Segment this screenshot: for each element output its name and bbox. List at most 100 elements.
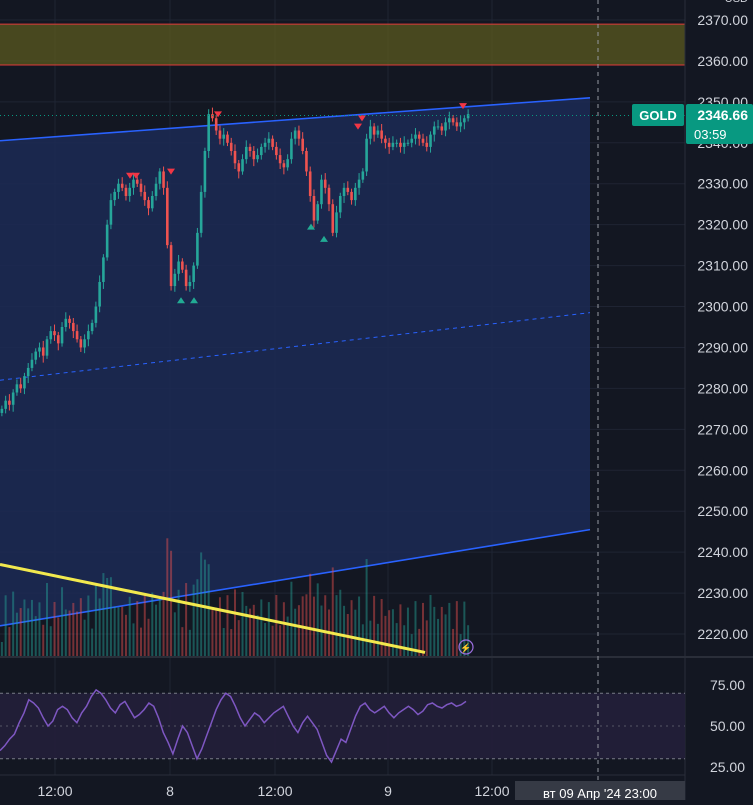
- volume-bar: [72, 602, 75, 657]
- chart-container[interactable]: 2370.002360.002350.002340.002330.002320.…: [0, 0, 753, 801]
- volume-bar: [395, 623, 398, 657]
- volume-bar: [444, 614, 447, 657]
- candle-body: [293, 130, 297, 139]
- volume-bar: [30, 599, 33, 657]
- candle-body: [132, 179, 135, 188]
- candle-body: [466, 114, 470, 119]
- time-tick-label: 12:00: [37, 783, 72, 799]
- volume-bar: [79, 598, 82, 657]
- volume-bar: [305, 594, 308, 657]
- candle-body: [410, 138, 414, 143]
- volume-bar: [113, 606, 116, 657]
- candle-body: [331, 204, 335, 233]
- candle-body: [72, 322, 75, 332]
- rsi-tick-label: 50.00: [710, 718, 745, 734]
- candle-body: [357, 179, 361, 188]
- lightning-glyph: ⚡: [460, 642, 471, 654]
- volume-bar: [433, 606, 436, 657]
- volume-bar: [15, 612, 18, 657]
- volume-bar: [230, 629, 233, 657]
- candle-body: [109, 200, 113, 225]
- candle-body: [226, 134, 229, 143]
- candle-body: [139, 183, 143, 192]
- candle-body: [335, 212, 338, 233]
- price-tick-label: 2240.00: [697, 544, 748, 560]
- rsi-tick-label: 75.00: [710, 677, 745, 693]
- price-tick-label: 2280.00: [697, 380, 748, 396]
- volume-bar: [425, 620, 428, 657]
- volume-bar: [151, 592, 154, 657]
- volume-bar: [162, 591, 165, 657]
- volume-bar: [234, 589, 236, 657]
- candle-body: [181, 261, 184, 270]
- candle-body: [38, 347, 41, 352]
- candle-body: [211, 114, 214, 119]
- candle-body: [49, 331, 53, 340]
- volume-bar: [173, 612, 176, 657]
- last-price-value: 2346.66: [697, 107, 748, 123]
- volume-bar: [188, 629, 191, 657]
- candle-body: [15, 384, 19, 393]
- volume-bar: [132, 623, 135, 657]
- price-tick-label: 2260.00: [697, 462, 748, 478]
- volume-bar: [61, 587, 64, 657]
- volume-bar: [185, 583, 188, 657]
- volume-bar: [19, 608, 22, 657]
- volume-bar: [83, 619, 86, 657]
- candle-body: [376, 130, 380, 135]
- volume-bar: [384, 615, 387, 657]
- volume-bar: [422, 602, 424, 657]
- candle-body: [192, 265, 195, 282]
- volume-bar: [0, 642, 3, 657]
- volume-bar: [237, 620, 240, 657]
- candle-body: [79, 339, 83, 348]
- candle-body: [338, 196, 342, 213]
- price-chart-svg[interactable]: 2370.002360.002350.002340.002330.002320.…: [0, 0, 753, 801]
- volume-bar: [455, 601, 458, 657]
- price-tick-label: 2330.00: [697, 176, 748, 192]
- volume-bar: [335, 595, 338, 657]
- volume-bar: [155, 604, 158, 657]
- volume-bar: [181, 627, 184, 657]
- volume-bar: [8, 627, 11, 657]
- candle-body: [177, 261, 180, 274]
- candle-body: [369, 126, 372, 139]
- candle-body: [90, 322, 94, 332]
- price-tick-label: 2250.00: [697, 503, 748, 519]
- candle-body: [19, 384, 22, 389]
- volume-bar: [12, 591, 15, 657]
- candle-body: [143, 191, 147, 201]
- volume-bar: [440, 606, 443, 657]
- candle-body: [105, 224, 109, 258]
- volume-bar: [448, 602, 451, 657]
- candle-body: [56, 335, 60, 344]
- volume-bar: [380, 599, 383, 657]
- candle-body: [173, 273, 177, 287]
- volume-bar: [331, 567, 334, 657]
- candle-body: [380, 130, 383, 139]
- volume-bar: [275, 595, 278, 657]
- candle-body: [147, 200, 150, 209]
- volume-bar: [297, 605, 300, 657]
- candle-body: [214, 118, 218, 131]
- candle-body: [4, 400, 7, 409]
- candle-body: [444, 122, 447, 131]
- candle-body: [346, 187, 350, 192]
- volume-bar: [215, 607, 218, 657]
- candle-body: [372, 126, 376, 135]
- candle-body: [8, 400, 11, 405]
- candle-body: [233, 150, 237, 164]
- volume-bar: [207, 564, 210, 657]
- candle-body: [207, 114, 210, 151]
- volume-bar: [309, 573, 312, 657]
- volume-bar: [414, 601, 417, 657]
- volume-bar: [282, 602, 285, 657]
- volume-bar: [76, 611, 79, 657]
- candle-body: [305, 150, 308, 172]
- candle-body: [275, 146, 278, 156]
- candle-body: [60, 327, 64, 344]
- volume-bar: [128, 596, 131, 657]
- candle-body: [87, 331, 90, 340]
- candle-body: [297, 130, 301, 139]
- price-tick-label: 2360.00: [697, 53, 748, 69]
